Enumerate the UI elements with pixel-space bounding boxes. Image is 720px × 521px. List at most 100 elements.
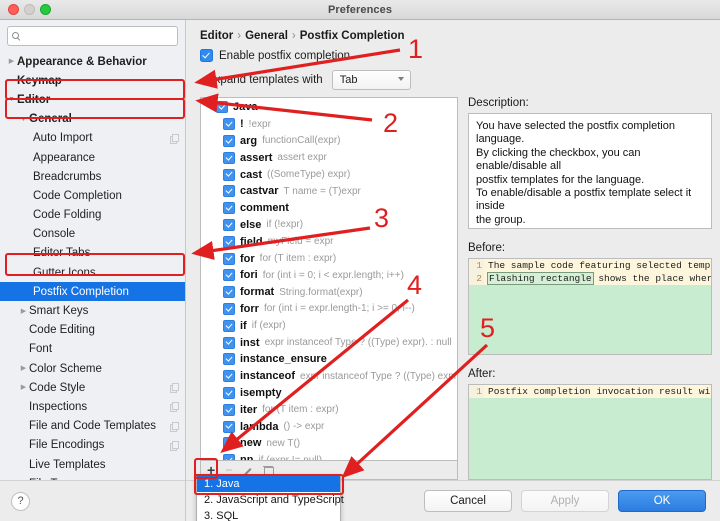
template-row[interactable]: forr for (int i = expr.length-1; i >= 0; … (201, 301, 457, 318)
template-row[interactable]: else if (!expr) (201, 217, 457, 234)
template-checkbox[interactable] (223, 454, 235, 460)
language-menu-item[interactable]: 3. SQL (197, 508, 340, 521)
search-input[interactable] (23, 30, 173, 42)
template-row[interactable]: nn if (expr != null) (201, 452, 457, 460)
template-row[interactable]: new new T() (201, 435, 457, 452)
search-box[interactable] (7, 26, 178, 46)
template-checkbox[interactable] (223, 403, 235, 416)
code-text: Postfix completion invocation result wil… (484, 384, 711, 398)
language-menu-item[interactable]: 2. JavaScript and TypeScript (197, 492, 344, 508)
sidebar-item-label: Editor Tabs (33, 247, 91, 260)
enable-postfix-row[interactable]: Enable postfix completion (186, 48, 720, 62)
sidebar-item-code-editing[interactable]: Code Editing (0, 321, 185, 340)
sidebar-item-editor[interactable]: ▼ Editor (0, 90, 185, 109)
template-checkbox[interactable] (223, 437, 235, 450)
sidebar-item-appearance[interactable]: Appearance (0, 148, 185, 167)
template-checkbox[interactable] (223, 302, 235, 315)
templates-list[interactable]: ▼ Java! !expr arg functionCall(expr) assert as… (200, 97, 458, 461)
ok-button[interactable]: OK (618, 490, 706, 512)
template-checkbox[interactable] (223, 269, 235, 282)
template-checkbox[interactable] (223, 252, 235, 265)
sidebar-item-keymap[interactable]: Keymap (0, 71, 185, 90)
template-checkbox[interactable] (223, 118, 235, 131)
breadcrumb-mid[interactable]: General (245, 30, 288, 42)
template-description: functionCall(expr) (262, 135, 341, 147)
template-checkbox[interactable] (223, 319, 235, 332)
sidebar-item-file-and-code-templates[interactable]: File and Code Templates (0, 417, 185, 436)
template-row[interactable]: lambda () -> expr (201, 418, 457, 435)
apply-button[interactable]: Apply (521, 490, 609, 512)
sidebar-item-file-encodings[interactable]: File Encodings (0, 436, 185, 455)
window-body: ▶ Appearance & Behavior Keymap ▼ Editor ▼ Gene… (0, 20, 720, 521)
sidebar-item-gutter-icons[interactable]: Gutter Icons (0, 263, 185, 282)
sidebar-item-code-folding[interactable]: Code Folding (0, 206, 185, 225)
template-checkbox[interactable] (223, 168, 235, 181)
sidebar-item-live-templates[interactable]: Live Templates (0, 455, 185, 474)
description-label: Description: (468, 97, 529, 109)
template-checkbox[interactable] (223, 420, 235, 433)
template-row[interactable]: arg functionCall(expr) (201, 133, 457, 150)
template-row[interactable]: for for (T item : expr) (201, 250, 457, 267)
template-row[interactable]: inst expr instanceof Type ? ((Type) expr)… (201, 334, 457, 351)
sidebar-item-editor-tabs[interactable]: Editor Tabs (0, 244, 185, 263)
sidebar-item-postfix-completion[interactable]: Postfix Completion (0, 282, 185, 302)
template-row[interactable]: instanceof expr instanceof Type ? ((Type)… (201, 368, 457, 385)
template-checkbox[interactable] (223, 336, 235, 349)
template-row[interactable]: ▼ Java (201, 99, 457, 116)
language-menu-item[interactable]: 1. Java (197, 476, 340, 492)
template-row[interactable]: fori for (int i = 0; i < expr.length; i++… (201, 267, 457, 284)
template-row[interactable]: field myField = expr (201, 233, 457, 250)
template-checkbox[interactable] (223, 353, 235, 366)
sidebar-item-font[interactable]: Font (0, 340, 185, 359)
sidebar-item-label: Smart Keys (29, 305, 89, 318)
template-row[interactable]: castvar T name = (T)expr (201, 183, 457, 200)
cancel-button[interactable]: Cancel (424, 490, 512, 512)
description-line: postfix templates for the language. (476, 173, 645, 186)
sidebar-item-smart-keys[interactable]: ▶ Smart Keys (0, 301, 185, 320)
sidebar-item-code-style[interactable]: ▶ Code Style (0, 378, 185, 397)
help-button[interactable]: ? (11, 491, 30, 511)
template-checkbox[interactable] (223, 151, 235, 164)
template-checkbox[interactable] (223, 386, 235, 399)
template-row[interactable]: format String.format(expr) (201, 284, 457, 301)
template-row[interactable]: isempty (201, 385, 457, 402)
sidebar-item-color-scheme[interactable]: ▶ Color Scheme (0, 359, 185, 378)
sidebar-item-console[interactable]: Console (0, 225, 185, 244)
expand-templates-row: Expand templates with Tab (186, 62, 720, 90)
sidebar-item-appearance-behavior[interactable]: ▶ Appearance & Behavior (0, 52, 185, 71)
sidebar-item-breadcrumbs[interactable]: Breadcrumbs (0, 167, 185, 186)
template-checkbox[interactable] (223, 218, 235, 231)
template-row[interactable]: assert assert expr (201, 149, 457, 166)
flashing-rectangle-highlight: Flashing rectangle (487, 272, 594, 286)
template-checkbox[interactable] (223, 134, 235, 147)
enable-postfix-checkbox[interactable] (200, 49, 213, 62)
sidebar-item-inspections[interactable]: Inspections (0, 397, 185, 416)
template-row[interactable]: if if (expr) (201, 317, 457, 334)
preferences-window: Preferences ▶ Appearance & Behavior Keymap… (0, 0, 720, 521)
breadcrumb-root[interactable]: Editor (200, 30, 233, 42)
language-dropdown-menu[interactable]: 1. Java 2. JavaScript and TypeScript 3. SQ… (196, 474, 344, 521)
expand-templates-select[interactable]: Tab (331, 70, 411, 90)
line-number: 1 (469, 259, 484, 273)
template-checkbox[interactable] (223, 286, 235, 299)
template-checkbox[interactable] (216, 101, 228, 114)
template-name: iter (240, 403, 258, 416)
template-row[interactable]: iter for (T item : expr) (201, 401, 457, 418)
template-checkbox[interactable] (223, 185, 235, 198)
sidebar-item-file-types[interactable]: File Types (0, 474, 185, 480)
chevron-down-icon[interactable]: ▼ (206, 104, 216, 111)
template-row[interactable]: cast ((SomeType) expr) (201, 166, 457, 183)
sidebar-item-code-completion[interactable]: Code Completion (0, 186, 185, 205)
template-row[interactable]: comment (201, 200, 457, 217)
sidebar-item-auto-import[interactable]: Auto Import (0, 129, 185, 148)
template-checkbox[interactable] (223, 235, 235, 248)
template-row[interactable]: ! !expr (201, 116, 457, 133)
template-name: lambda (240, 420, 279, 433)
sidebar-item-general[interactable]: ▼ General (0, 110, 185, 129)
template-checkbox[interactable] (223, 202, 235, 215)
template-checkbox[interactable] (223, 370, 235, 383)
after-code-preview: 1 Postfix completion invocation result wi… (468, 383, 712, 480)
details-column: Description: You have selected the postf… (468, 97, 712, 480)
sidebar-item-label: File Encodings (29, 439, 105, 452)
template-row[interactable]: instance_ensure (201, 351, 457, 368)
